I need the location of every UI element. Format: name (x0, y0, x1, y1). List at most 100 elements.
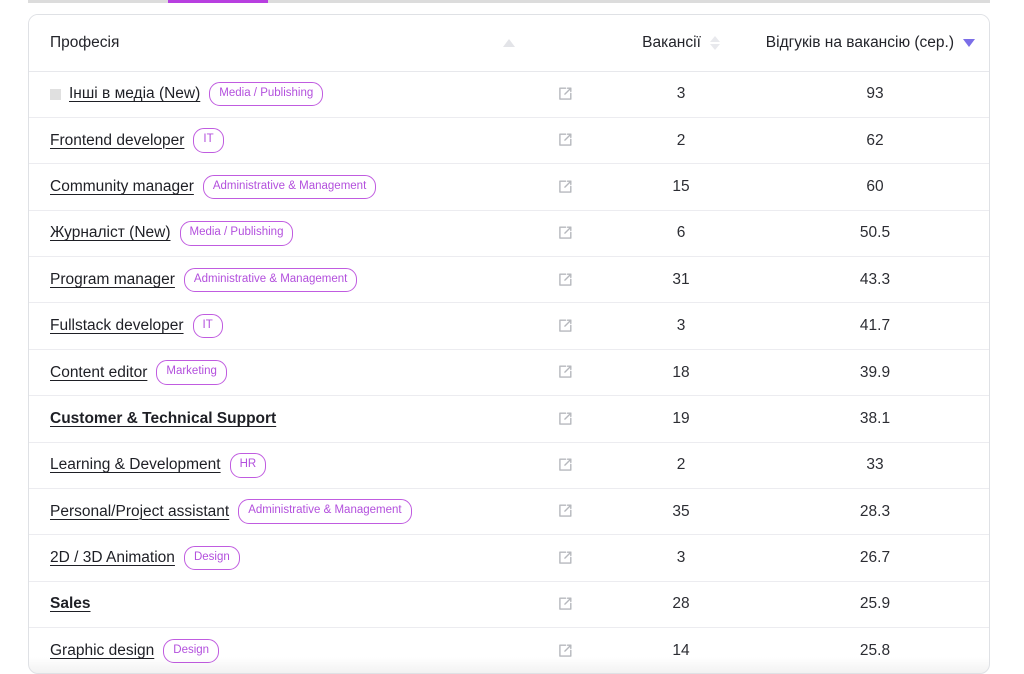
category-tag[interactable]: Media / Publishing (179, 221, 294, 246)
cell-external-link[interactable] (529, 117, 601, 165)
profession-link[interactable]: Журналіст (New) (50, 224, 171, 242)
profession-link[interactable]: Community manager (50, 178, 194, 196)
cell-external-link[interactable] (529, 395, 601, 443)
triangle-up-icon[interactable] (503, 38, 515, 47)
cell-profession: Fullstack developer IT (29, 302, 529, 350)
external-link-icon[interactable] (557, 643, 573, 659)
table-row[interactable]: Журналіст (New) Media / Publishing 6 50.5 (29, 210, 989, 258)
profession-link[interactable]: Learning & Development (50, 456, 221, 474)
table-row[interactable]: Frontend developer IT 2 62 (29, 117, 989, 165)
cell-external-link[interactable] (529, 71, 601, 118)
profession-link[interactable]: Content editor (50, 364, 147, 382)
category-tag[interactable]: Design (183, 545, 240, 571)
category-tag[interactable]: Administrative & Management (183, 267, 358, 292)
external-link-icon[interactable] (557, 318, 573, 334)
cell-external-link[interactable] (529, 163, 601, 211)
external-link-icon[interactable] (557, 503, 573, 519)
tab-strip (28, 0, 990, 3)
cell-responses: 28.3 (761, 488, 989, 536)
professions-table: Професія Вакансії Відгуків на вакансію (… (29, 15, 989, 673)
cell-responses: 25.9 (761, 581, 989, 629)
external-link-icon[interactable] (557, 550, 573, 566)
table-row[interactable]: Graphic design Design 14 25.8 (29, 628, 989, 673)
cell-profession: Content editor Marketing (29, 349, 529, 397)
cell-profession: Customer & Technical Support (29, 395, 529, 443)
cell-responses: 25.8 (859, 642, 891, 660)
cell-profession: Інші в медіа (New) Media / Publishing (29, 71, 529, 118)
cell-external-link[interactable] (529, 488, 601, 536)
external-link-icon[interactable] (557, 364, 573, 380)
cell-profession: Frontend developer IT (29, 117, 529, 165)
category-tag[interactable]: IT (193, 128, 224, 153)
category-tag[interactable]: Administrative & Management (202, 174, 377, 200)
cell-external-link[interactable] (529, 534, 601, 582)
external-link-icon[interactable] (557, 411, 573, 427)
cell-responses: 26.7 (761, 534, 989, 582)
cell-vacancies: 6 (601, 210, 761, 258)
cell-external-link[interactable] (529, 628, 601, 673)
profession-link[interactable]: Інші в медіа (New) (69, 85, 200, 103)
table-header-row: Професія Вакансії Відгуків на вакансію (… (29, 15, 989, 72)
cell-responses: 33 (761, 442, 989, 490)
table-row[interactable]: Customer & Technical Support 19 38.1 (29, 395, 989, 443)
cell-external-link[interactable] (529, 581, 601, 629)
cell-vacancies: 14 (672, 642, 690, 660)
category-tag[interactable]: Design (163, 638, 220, 664)
cell-vacancies: 18 (601, 349, 761, 397)
table-row[interactable]: Content editor Marketing 18 39.9 (29, 349, 989, 397)
category-tag[interactable]: HR (229, 453, 267, 478)
cell-vacancies: 3 (601, 302, 761, 350)
table-row[interactable]: Sales 28 25.9 (29, 581, 989, 629)
category-tag[interactable]: Media / Publishing (209, 81, 324, 107)
cell-external-link[interactable] (529, 256, 601, 304)
triangle-down-icon[interactable] (963, 38, 975, 47)
cell-vacancies: 15 (601, 163, 761, 211)
cell-profession: Learning & Development HR (29, 442, 529, 490)
column-header-profession[interactable]: Професія (29, 15, 529, 72)
table-header: Професія Вакансії Відгуків на вакансію (… (29, 15, 989, 72)
table-row[interactable]: Community manager Administrative & Manage… (29, 163, 989, 211)
table-row[interactable]: 2D / 3D Animation Design 3 26.7 (29, 534, 989, 582)
profession-link[interactable]: Frontend developer (50, 132, 184, 150)
external-link-icon[interactable] (557, 132, 573, 148)
profession-link[interactable]: Fullstack developer (50, 317, 184, 335)
profession-link[interactable]: Customer & Technical Support (50, 410, 276, 428)
table-row[interactable]: Learning & Development HR 2 33 (29, 442, 989, 490)
cell-responses: 60 (761, 163, 989, 211)
cell-external-link[interactable] (529, 349, 601, 397)
category-tag[interactable]: Marketing (156, 360, 227, 385)
column-header-vacancies[interactable]: Вакансії (601, 15, 761, 72)
profession-link[interactable]: Program manager (50, 271, 175, 289)
profession-link[interactable]: 2D / 3D Animation (50, 549, 175, 567)
external-link-icon[interactable] (557, 225, 573, 241)
category-tag[interactable]: Administrative & Management (238, 499, 412, 524)
cell-external-link[interactable] (529, 302, 601, 350)
table-row[interactable]: Personal/Project assistant Administrative… (29, 488, 989, 536)
profession-link[interactable]: Personal/Project assistant (50, 503, 229, 521)
column-header-profession-label: Професія (50, 33, 120, 51)
cell-vacancies: 2 (601, 442, 761, 490)
cell-responses: 50.5 (761, 210, 989, 258)
column-header-responses[interactable]: Відгуків на вакансію (сер.) (761, 15, 989, 72)
profession-link[interactable]: Sales (50, 595, 91, 613)
external-link-icon[interactable] (557, 457, 573, 473)
table-body: Інші в медіа (New) Media / Publishing 3 93 F… (29, 71, 989, 673)
table-row[interactable]: Program manager Administrative & Manageme… (29, 256, 989, 304)
table-row[interactable]: Інші в медіа (New) Media / Publishing 3 93 (29, 71, 989, 118)
external-link-icon[interactable] (557, 272, 573, 288)
cell-profession: Graphic design Design (29, 628, 529, 673)
sort-updown-icon[interactable] (709, 35, 720, 50)
cell-vacancies: 31 (601, 256, 761, 304)
profession-link[interactable]: Graphic design (50, 642, 154, 660)
table-row[interactable]: Fullstack developer IT 3 41.7 (29, 302, 989, 350)
external-link-icon[interactable] (557, 86, 573, 102)
external-link-icon[interactable] (557, 179, 573, 195)
cell-profession: Sales (29, 581, 529, 629)
tab-active-indicator (168, 0, 268, 3)
external-link-icon[interactable] (557, 596, 573, 612)
cell-external-link[interactable] (529, 442, 601, 490)
cell-external-link[interactable] (529, 210, 601, 258)
broken-image-icon (50, 88, 61, 100)
cell-responses: 62 (761, 117, 989, 165)
category-tag[interactable]: IT (192, 313, 223, 339)
